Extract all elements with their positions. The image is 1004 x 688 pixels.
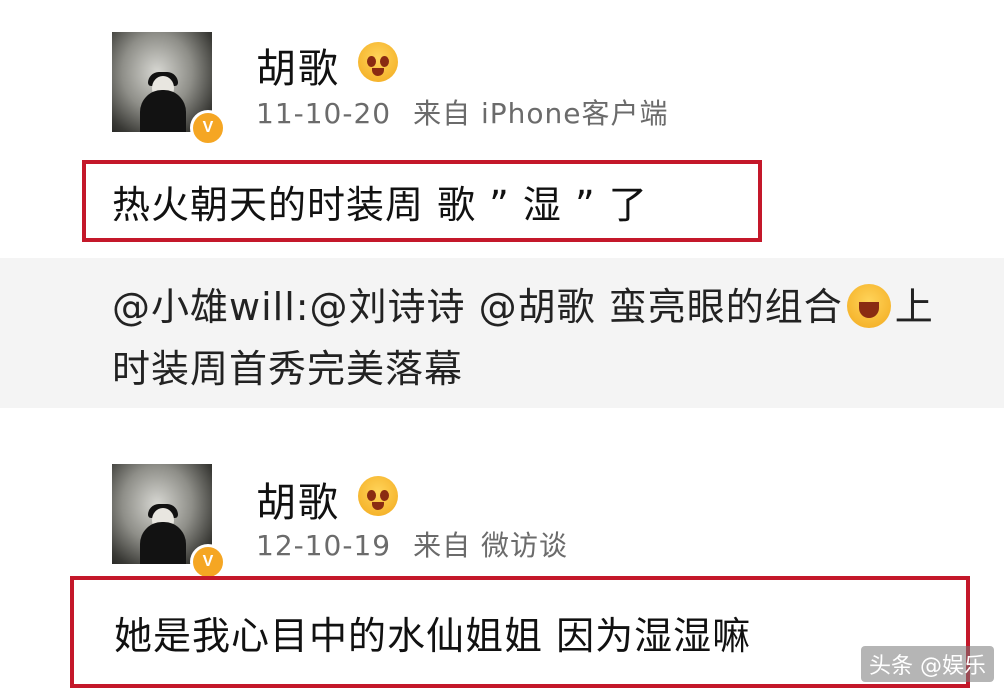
post-content: 她是我心目中的水仙姐姐 因为湿湿嘛	[70, 576, 970, 688]
repost-text: @小雄will:@刘诗诗 @胡歌 蛮亮眼的组合 上 时装周首秀完美落幕	[112, 276, 1004, 400]
verified-icon: V	[190, 544, 226, 580]
username[interactable]: 胡歌	[256, 36, 340, 94]
sad-face-emoji-icon	[358, 476, 398, 516]
repost-line-2: 时装周首秀完美落幕	[112, 347, 464, 391]
watermark: 头条 @娱乐	[861, 646, 994, 682]
post-date[interactable]: 12-10-19	[256, 529, 391, 562]
laughing-emoji-icon	[846, 284, 891, 328]
weibo-post-2: V 胡歌 12-10-19 来自 微访谈 她是我心目中的水仙姐姐 因为湿湿嘛	[0, 440, 1004, 688]
post-content-text: 她是我心目中的水仙姐姐 因为湿湿嘛	[114, 613, 752, 658]
verified-icon: V	[190, 110, 226, 146]
repost-line-1-tail: 上	[894, 285, 934, 329]
repost-line-1: @小雄will:@刘诗诗 @胡歌 蛮亮眼的组合	[112, 285, 843, 329]
post-content: 热火朝天的时装周 歌 ” 湿 ” 了	[82, 160, 762, 242]
post-content-text: 热火朝天的时装周 歌 ” 湿 ” 了	[112, 182, 648, 227]
post-source: 来自 iPhone客户端	[413, 97, 669, 130]
weibo-post-1: V 胡歌 11-10-20 来自 iPhone客户端 热火朝天的时装周 歌 ” 湿…	[0, 0, 1004, 250]
repost-block[interactable]: @小雄will:@刘诗诗 @胡歌 蛮亮眼的组合 上 时装周首秀完美落幕	[0, 258, 1004, 408]
post-meta: 12-10-19 来自 微访谈	[256, 524, 568, 564]
sad-face-emoji-icon	[358, 42, 398, 82]
post-date[interactable]: 11-10-20	[256, 97, 391, 130]
avatar-figure	[140, 522, 186, 564]
post-source: 来自 微访谈	[413, 529, 568, 562]
username[interactable]: 胡歌	[256, 470, 340, 528]
avatar-figure	[140, 90, 186, 132]
post-meta: 11-10-20 来自 iPhone客户端	[256, 92, 669, 132]
